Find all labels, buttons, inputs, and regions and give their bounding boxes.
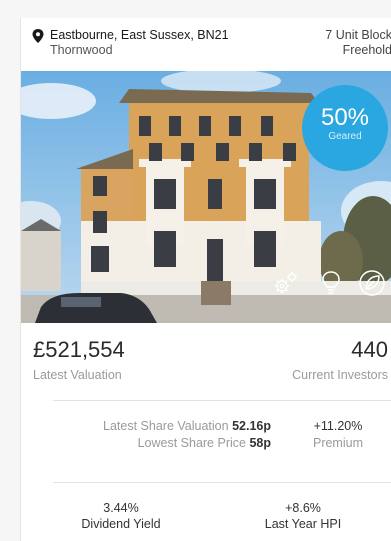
geared-percent: 50% bbox=[320, 104, 370, 131]
lowest-share-price-value: 58p bbox=[249, 436, 271, 450]
dividend-yield-value: 3.44% bbox=[103, 501, 139, 515]
last-year-hpi: +8.6% Last Year HPI bbox=[243, 500, 363, 532]
share-info: Latest Share Valuation 52.16p Lowest Sha… bbox=[51, 418, 271, 452]
card-header: Eastbourne, East Sussex, BN21 Thornwood … bbox=[21, 18, 391, 71]
latest-valuation-value: £521,554 bbox=[33, 337, 125, 362]
current-investors-label: Current Investors bbox=[292, 368, 388, 382]
latest-share-valuation-value: 52.16p bbox=[232, 419, 271, 433]
premium-value: +11.20% bbox=[313, 419, 363, 433]
lightbulb-icon bbox=[322, 271, 340, 294]
lowest-share-price-label: Lowest Share Price bbox=[137, 436, 246, 450]
last-year-hpi-label: Last Year HPI bbox=[264, 517, 342, 531]
location-pin-icon bbox=[32, 29, 44, 43]
geared-label: Geared bbox=[328, 131, 362, 142]
property-photo[interactable]: 50% Geared bbox=[21, 71, 391, 323]
geared-badge: 50% Geared bbox=[302, 85, 388, 171]
dividend-yield: 3.44% Dividend Yield bbox=[61, 500, 181, 532]
latest-valuation-label: Latest Valuation bbox=[33, 368, 122, 382]
property-area: Thornwood bbox=[50, 43, 113, 57]
dividend-yield-label: Dividend Yield bbox=[81, 517, 161, 531]
last-year-hpi-value: +8.6% bbox=[285, 501, 321, 515]
property-card[interactable]: Eastbourne, East Sussex, BN21 Thornwood … bbox=[20, 18, 391, 541]
property-location: Eastbourne, East Sussex, BN21 Thornwood bbox=[50, 28, 229, 58]
latest-share-valuation-label: Latest Share Valuation bbox=[103, 419, 229, 433]
property-details: 7 Unit Block Freehold bbox=[325, 28, 391, 58]
divider bbox=[53, 400, 391, 401]
latest-share-valuation: Latest Share Valuation 52.16p bbox=[51, 418, 271, 435]
current-investors-value: 440 bbox=[351, 337, 388, 362]
property-address: Eastbourne, East Sussex, BN21 bbox=[50, 28, 229, 42]
gears-icon bbox=[274, 272, 297, 294]
lowest-share-price: Lowest Share Price 58p bbox=[51, 435, 271, 452]
leaf-icon bbox=[359, 270, 385, 296]
property-type: 7 Unit Block bbox=[325, 28, 391, 42]
premium: +11.20% Premium bbox=[293, 418, 383, 452]
property-tenure: Freehold bbox=[342, 43, 391, 57]
premium-label: Premium bbox=[312, 436, 363, 450]
divider bbox=[53, 482, 391, 483]
